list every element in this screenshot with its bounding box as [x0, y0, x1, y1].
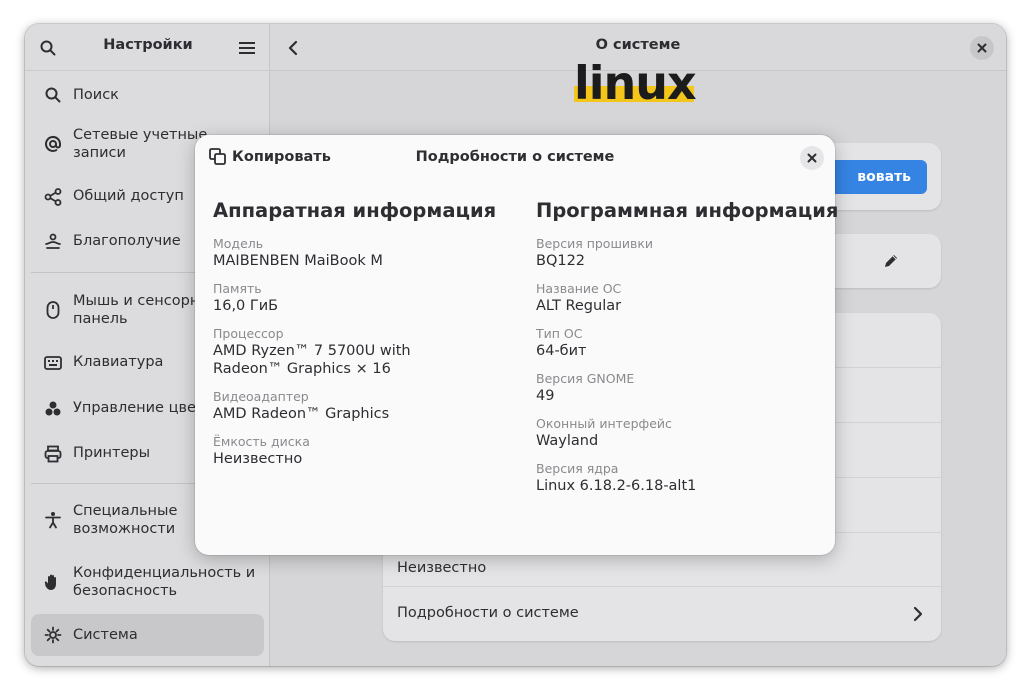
info-field: Оконный интерфейс Wayland	[536, 416, 821, 450]
field-label: Процессор	[213, 326, 284, 341]
sidebar-item-label: Поиск	[73, 87, 119, 103]
field-value: 49	[536, 388, 555, 404]
wellbeing-icon	[43, 232, 63, 252]
keyboard-icon	[43, 353, 63, 373]
field-value: 16,0 ГиБ	[213, 298, 279, 314]
accessibility-icon	[43, 510, 63, 530]
sidebar-title: Настройки	[103, 37, 193, 53]
search-button[interactable]	[33, 33, 63, 63]
software-heading: Программная информация	[536, 199, 839, 222]
pencil-icon	[885, 255, 897, 267]
chevron-left-icon	[288, 40, 298, 56]
share-icon	[43, 187, 63, 207]
field-label: Версия ядра	[536, 461, 619, 476]
info-field: Память 16,0 ГиБ	[213, 281, 513, 315]
gear-icon	[43, 625, 63, 645]
field-value: BQ122	[536, 253, 586, 269]
edit-name-button[interactable]	[876, 246, 906, 276]
page-title: О системе	[595, 37, 681, 53]
distro-logo: linux	[574, 64, 732, 104]
field-value: MAIBENBEN MaiBook M	[213, 253, 383, 269]
chevron-right-icon	[913, 606, 923, 622]
field-value: Wayland	[536, 433, 599, 449]
info-field: Название ОС ALT Regular	[536, 281, 821, 315]
sidebar-item-label: Конфиденциальность и безопасность	[73, 565, 256, 599]
field-value: AMD Radeon™ Graphics	[213, 406, 390, 422]
privacy-hand-icon	[43, 572, 63, 592]
field-label: Модель	[213, 236, 264, 251]
copy-button[interactable]: Копировать	[209, 148, 331, 165]
field-label: Версия прошивки	[536, 236, 654, 251]
search-icon	[43, 85, 63, 105]
search-icon	[40, 40, 56, 56]
dialog-title: Подробности о системе	[415, 149, 615, 165]
field-value: Linux 6.18.2-6.18-alt1	[536, 478, 697, 494]
info-field: Версия ядра Linux 6.18.2-6.18-alt1	[536, 461, 821, 495]
info-field: Ёмкость диска Неизвестно	[213, 434, 513, 468]
sidebar-item-search[interactable]: Поиск	[31, 77, 264, 113]
info-field: Процессор AMD Ryzen™ 7 5700U with Radeon…	[213, 326, 513, 378]
row-value: Неизвестно	[397, 560, 487, 576]
sidebar-header: Настройки	[25, 24, 270, 71]
field-label: Тип ОС	[536, 326, 583, 341]
sidebar-item-system[interactable]: Система	[31, 614, 264, 656]
field-value: ALT Regular	[536, 298, 622, 314]
main-menu-button[interactable]	[232, 33, 262, 63]
field-label: Оконный интерфейс	[536, 416, 672, 431]
field-label: Память	[213, 281, 262, 296]
sidebar-item-label: Система	[73, 627, 138, 643]
hardware-heading: Аппаратная информация	[213, 199, 497, 222]
row-label: Подробности о системе	[397, 605, 579, 621]
printer-icon	[43, 444, 63, 464]
software-column: Программная информация Версия прошивки B…	[536, 199, 839, 506]
hamburger-menu-icon	[239, 42, 255, 54]
system-details-dialog: Копировать Подробности о системе Аппарат…	[195, 135, 839, 555]
close-icon	[807, 153, 817, 163]
info-field: Тип ОС 64-бит	[536, 326, 821, 360]
field-label: Видеоадаптер	[213, 389, 309, 404]
sidebar-item-privacy[interactable]: Конфиденциальность и безопасность	[31, 560, 264, 604]
at-sign-icon	[43, 134, 63, 154]
mouse-icon	[43, 300, 63, 320]
info-field: Видеоадаптер AMD Radeon™ Graphics	[213, 389, 513, 423]
info-field: Версия GNOME 49	[536, 371, 821, 405]
window-close-button[interactable]	[970, 36, 994, 60]
list-row-system-details[interactable]: Подробности о системе	[383, 587, 941, 641]
primary-action-button[interactable]: вовать	[822, 160, 927, 194]
field-label: Версия GNOME	[536, 371, 635, 386]
close-icon	[977, 43, 987, 53]
field-value: 64-бит	[536, 343, 587, 359]
hardware-column: Аппаратная информация Модель MAIBENBEN M…	[213, 199, 513, 479]
field-value: AMD Ryzen™ 7 5700U with Radeon™ Graphics…	[213, 343, 411, 377]
copy-label: Копировать	[232, 148, 331, 165]
copy-icon	[209, 148, 226, 165]
field-value: Неизвестно	[213, 451, 303, 467]
field-label: Ёмкость диска	[213, 434, 310, 449]
info-field: Модель MAIBENBEN MaiBook M	[213, 236, 513, 270]
logo-text: linux	[574, 64, 697, 104]
field-label: Название ОС	[536, 281, 622, 296]
back-button[interactable]	[278, 33, 308, 63]
info-field: Версия прошивки BQ122	[536, 236, 821, 270]
dialog-close-button[interactable]	[800, 146, 824, 170]
color-icon	[43, 399, 63, 419]
